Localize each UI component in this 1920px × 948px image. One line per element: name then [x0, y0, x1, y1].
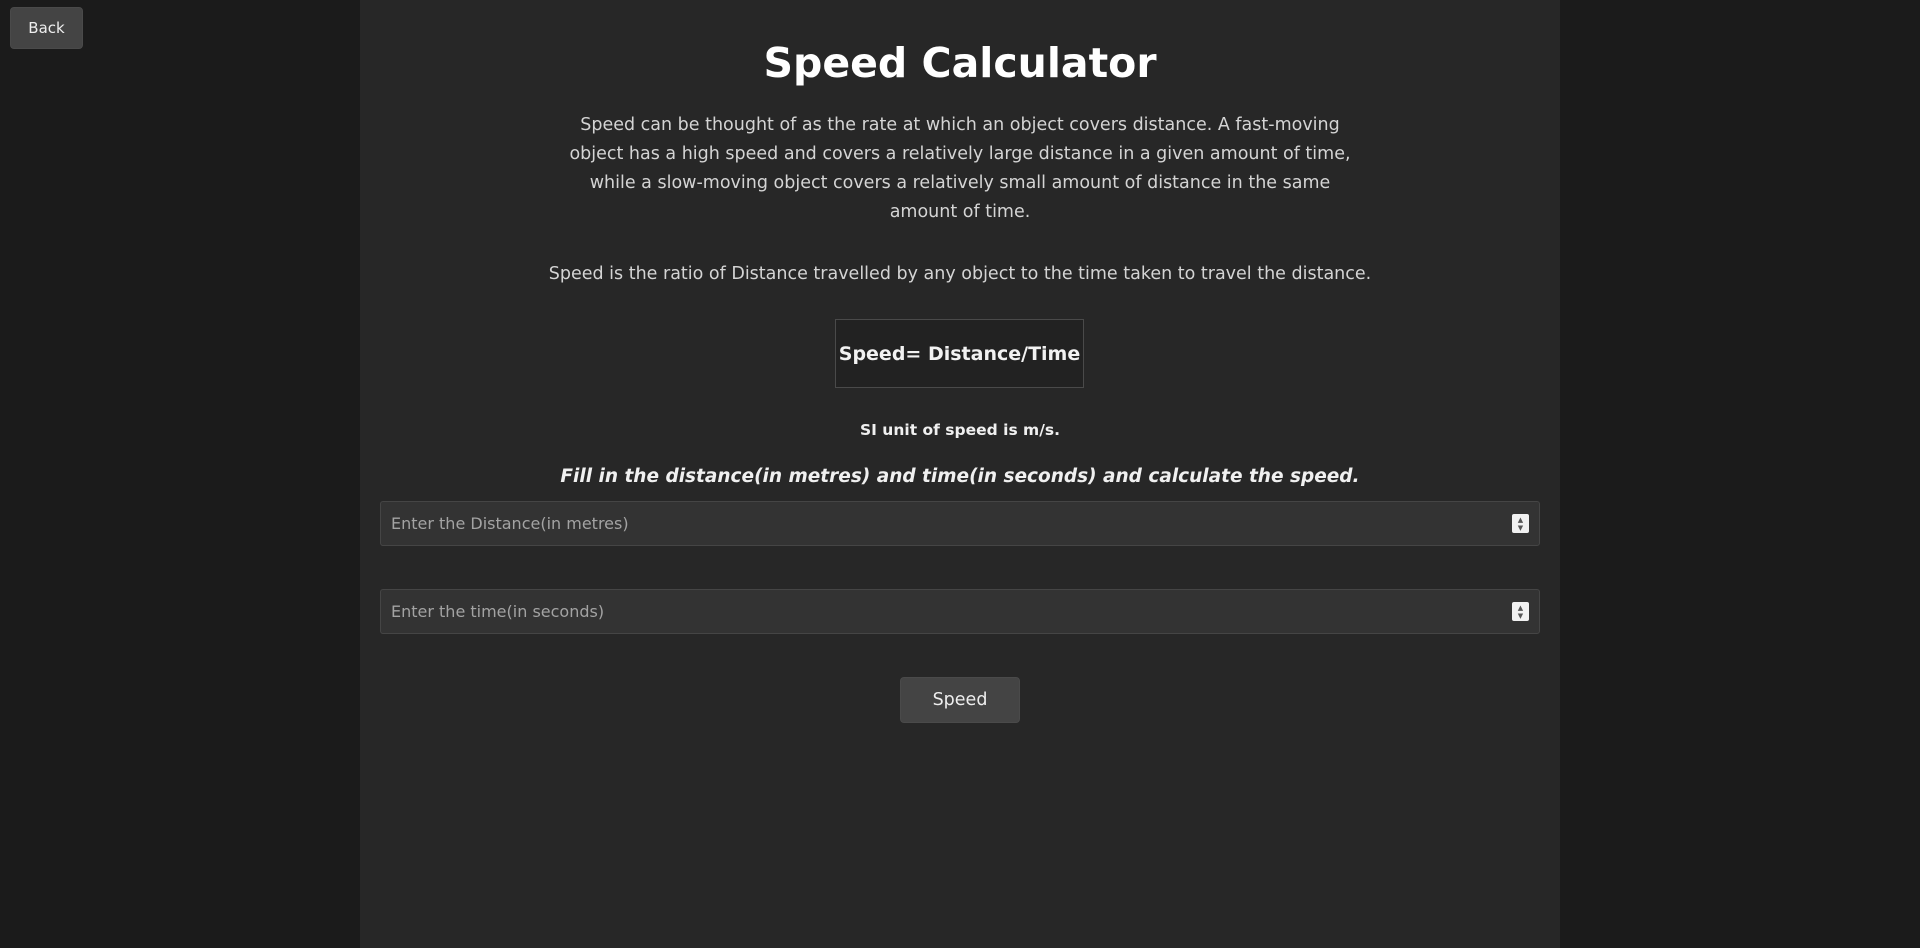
formula-text: Speed= Distance/Time	[838, 342, 1081, 365]
chevron-down-icon[interactable]: ▼	[1518, 612, 1523, 620]
si-unit-text: SI unit of speed is m/s.	[859, 421, 1060, 439]
time-field: ▲ ▼	[380, 589, 1540, 634]
ratio-text: Speed is the ratio of Distance travelled…	[548, 264, 1372, 284]
chevron-up-icon[interactable]: ▲	[1518, 604, 1523, 612]
speed-description: Speed can be thought of as the rate at w…	[569, 115, 1351, 222]
page-title: Speed Calculator	[763, 39, 1157, 87]
calculator-panel: Speed Calculator Speed can be thought of…	[360, 0, 1560, 948]
distance-stepper[interactable]: ▲ ▼	[1512, 514, 1529, 533]
instruction-text: Fill in the distance(in metres) and time…	[560, 466, 1360, 487]
calculate-speed-button[interactable]: Speed	[900, 677, 1020, 723]
back-button[interactable]: Back	[10, 7, 83, 49]
chevron-up-icon[interactable]: ▲	[1518, 516, 1523, 524]
chevron-down-icon[interactable]: ▼	[1518, 524, 1523, 532]
time-stepper[interactable]: ▲ ▼	[1512, 602, 1529, 621]
distance-input[interactable]	[381, 502, 1491, 545]
formula-box: Speed= Distance/Time	[835, 319, 1084, 388]
time-input[interactable]	[381, 590, 1491, 633]
distance-field: ▲ ▼	[380, 501, 1540, 546]
